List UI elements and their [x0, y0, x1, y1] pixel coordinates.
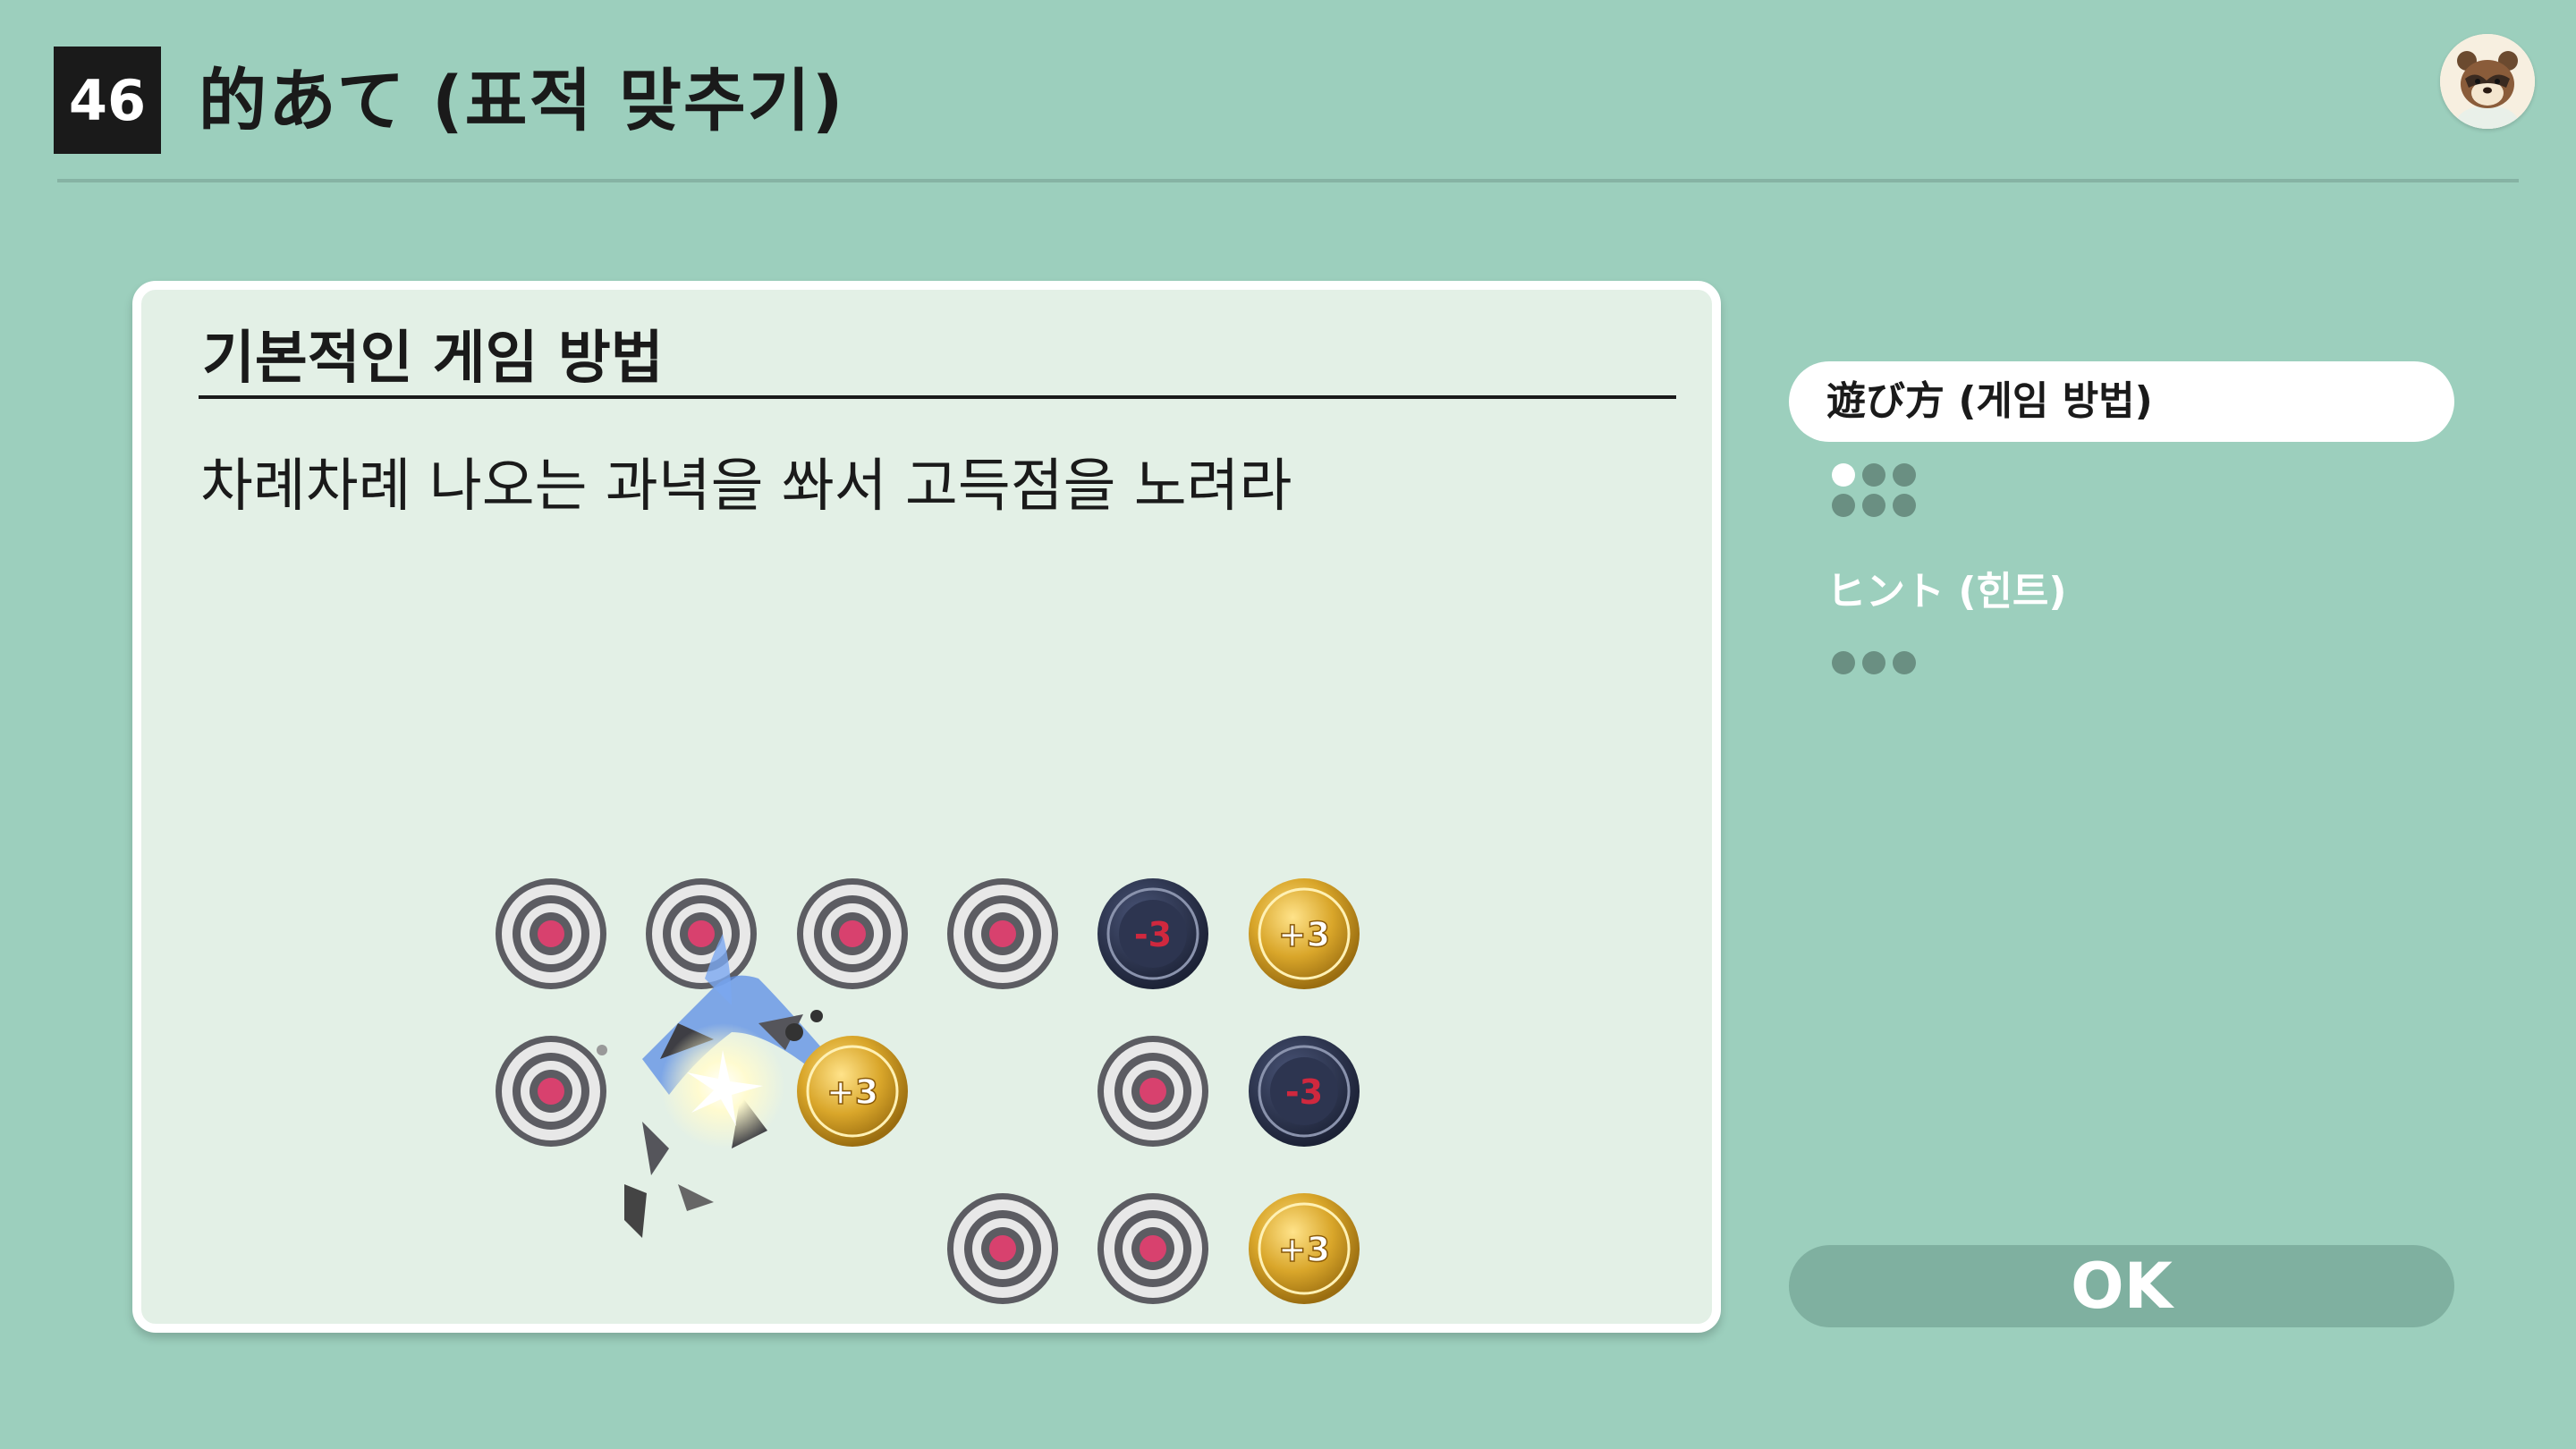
target-plus: +3 [1249, 1193, 1360, 1304]
page-title: 的あて (표적 맞추기) [199, 61, 845, 140]
target-gray [1097, 1036, 1208, 1147]
menu-item-how-to-play[interactable]: 遊び方 (게임 방법) [1789, 361, 2454, 442]
game-number-badge: 46 [54, 47, 161, 154]
menu-item-hint[interactable]: ヒント (힌트) [1789, 552, 2454, 632]
page-dot [1893, 463, 1916, 487]
page-dot [1832, 651, 1855, 674]
target-plus-label: +3 [1278, 1230, 1330, 1269]
target-gray [496, 1036, 606, 1147]
header: 46 的あて (표적 맞추기) [0, 0, 2576, 188]
header-divider [57, 179, 2519, 182]
page-dot [1862, 651, 1885, 674]
ok-button[interactable]: OK [1789, 1245, 2454, 1327]
instruction-panel: 기본적인 게임 방법 차례차례 나오는 과녁을 쏴서 고득점을 노려라 -3 +… [132, 281, 1721, 1333]
page-dot [1832, 494, 1855, 517]
target-minus-label: -3 [1285, 1072, 1323, 1112]
target-gray [797, 878, 908, 989]
target-minus: -3 [1097, 878, 1208, 989]
target-plus-label: +3 [1278, 915, 1330, 954]
page-dot [1862, 463, 1885, 487]
target-gray [947, 1193, 1058, 1304]
how-to-play-page-dots-icon [1826, 458, 1934, 530]
target-minus-label: -3 [1134, 915, 1172, 954]
target-plus: +3 [797, 1036, 908, 1147]
target-gray [1097, 1193, 1208, 1304]
target-plus: +3 [1249, 878, 1360, 989]
page-dot [1893, 494, 1916, 517]
page-dot [1893, 651, 1916, 674]
target-plus-label: +3 [826, 1072, 878, 1112]
target-gray [496, 878, 606, 989]
hint-page-dots-icon [1826, 651, 1934, 687]
page-dot-current [1832, 463, 1855, 487]
target-illustration: -3 +3 +3 -3 +3 [496, 878, 1360, 1304]
target-gray [947, 878, 1058, 989]
target-minus: -3 [1249, 1036, 1360, 1147]
tom-nook-avatar-icon[interactable] [2440, 34, 2535, 129]
target-gray [646, 878, 757, 989]
page-dot [1862, 494, 1885, 517]
